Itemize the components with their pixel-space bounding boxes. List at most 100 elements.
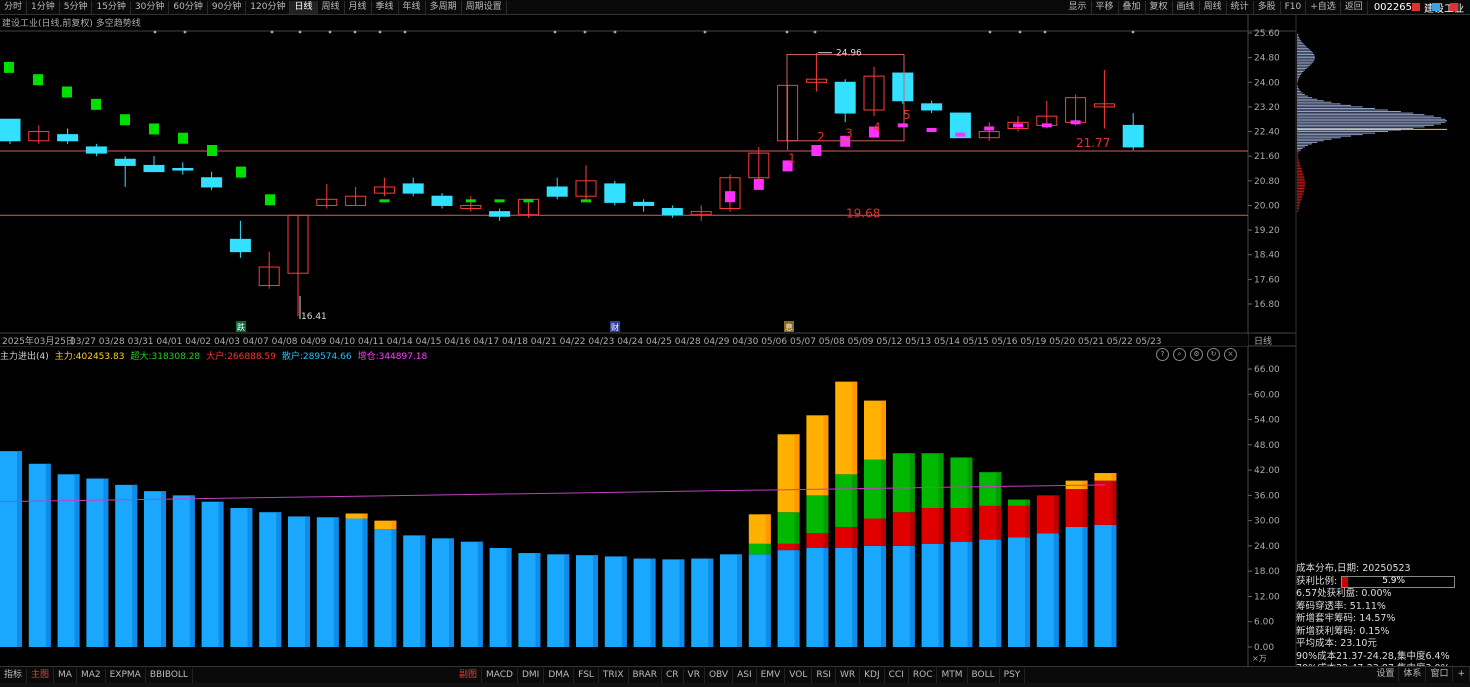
date-label: 04/08 — [272, 337, 298, 347]
sub-indicator-tab[interactable]: FSL — [574, 667, 599, 683]
main-indicator-tab[interactable]: 主图 — [27, 667, 55, 683]
trend-marker — [265, 194, 275, 206]
date-label: 04/23 — [588, 337, 614, 347]
sub-indicator-tab[interactable]: TRIX — [599, 667, 629, 683]
price-axis-label: 25.60 — [1254, 29, 1280, 39]
sub-indicator-tab[interactable]: BOLL — [968, 667, 1000, 683]
sub-indicator-tab[interactable]: ASI — [733, 667, 757, 683]
main-indicator-tab[interactable]: MA — [54, 667, 77, 683]
event-dot — [403, 30, 407, 34]
close-icon[interactable]: × — [1224, 348, 1237, 361]
chart-canvas[interactable]: 25.6024.8024.0023.2022.4021.6020.8020.00… — [0, 0, 1470, 687]
sub-indicator-tab[interactable]: EMV — [757, 667, 786, 683]
sub-indicator-tab[interactable]: MACD — [482, 667, 518, 683]
candle-body — [0, 118, 21, 142]
flow-bar-shade — [650, 558, 656, 647]
main-indicator-tab[interactable]: BBIBOLL — [146, 667, 193, 683]
sub-indicator-tab[interactable]: DMI — [518, 667, 545, 683]
event-badge-label: 财 — [611, 322, 619, 332]
sub-indicator-tab[interactable]: 副图 — [455, 667, 482, 683]
candle-body — [85, 146, 107, 154]
flow-bar-shade — [1082, 526, 1088, 647]
candle-body — [1122, 124, 1144, 148]
main-indicator-tab[interactable]: EXPMA — [106, 667, 146, 683]
help-icon[interactable]: ? — [1156, 348, 1169, 361]
indicator-axis-label: 48.00 — [1254, 441, 1280, 451]
event-dot — [153, 30, 157, 34]
date-label: 04/30 — [732, 337, 758, 347]
indicator-axis-label: 12.00 — [1254, 592, 1280, 602]
low-price-label: 16.41 — [301, 312, 327, 322]
bottom-tool[interactable]: + — [1453, 666, 1470, 682]
momentum-dash — [926, 128, 937, 133]
flow-bar-shade — [823, 533, 829, 549]
date-label: 2025年03月25日 — [2, 335, 75, 347]
date-label: 05/20 — [1049, 337, 1075, 347]
flow-bar-shade — [1111, 473, 1117, 481]
sub-indicator-tab[interactable]: BRAR — [629, 667, 662, 683]
sub-indicator-tab[interactable]: VR — [684, 667, 705, 683]
flow-bar-shade — [1053, 533, 1059, 647]
date-label: 05/09 — [848, 337, 874, 347]
price-axis-label: 19.20 — [1254, 226, 1280, 236]
date-label: 04/18 — [502, 337, 528, 347]
flow-bar-shade — [621, 556, 627, 647]
window-icon — [1412, 3, 1420, 11]
sub-indicator-tab[interactable]: VOL — [785, 667, 813, 683]
candle-body — [921, 103, 943, 111]
flow-bar-shade — [909, 545, 915, 647]
legend-item: 超大:318308.28 — [130, 352, 201, 362]
candle-body — [229, 238, 251, 253]
price-axis-label: 20.00 — [1254, 201, 1280, 211]
sub-indicator-tab[interactable]: OBV — [705, 667, 734, 683]
candle-body — [402, 183, 424, 194]
sub-indicator-tab[interactable]: CCI — [885, 667, 909, 683]
sub-indicator-tab[interactable]: RSI — [812, 667, 836, 683]
sub-indicator-tab[interactable]: ROC — [909, 667, 938, 683]
trend-marker — [149, 123, 159, 135]
flow-bar-shade — [794, 550, 800, 647]
sub-indicator-tab[interactable]: DMA — [544, 667, 575, 683]
flow-bar-shade — [996, 505, 1002, 540]
bottom-tool[interactable]: 体系 — [1399, 666, 1427, 682]
indicator-axis-label: 60.00 — [1254, 390, 1280, 400]
flow-bar-shade — [1025, 499, 1030, 506]
flow-bar-shade — [823, 495, 829, 534]
flow-bar-shade — [333, 517, 339, 647]
date-label: 05/07 — [790, 337, 816, 347]
flow-bar-shade — [362, 518, 368, 647]
date-label: 04/22 — [560, 337, 586, 347]
flow-bar-shade — [1082, 489, 1088, 527]
flow-bar-shade — [1111, 480, 1117, 525]
flow-bar-shade — [189, 495, 195, 647]
event-dot — [270, 30, 274, 34]
settings-icon[interactable]: ⚙ — [1190, 348, 1203, 361]
indicator-axis-label: 36.00 — [1254, 491, 1280, 501]
sub-indicator-tab[interactable]: MTM — [937, 667, 968, 683]
profit-ratio-row: 获利比例: 5.9% — [1296, 576, 1470, 589]
price-axis-label: 20.80 — [1254, 177, 1280, 187]
flow-bar-shade — [938, 508, 944, 544]
bottom-tool[interactable]: 窗口 — [1426, 666, 1454, 682]
sub-indicator-tab[interactable]: KDJ — [860, 667, 885, 683]
chart-title: 建设工业(日线,前复权) 多空趋势线 — [2, 19, 141, 29]
main-indicator-tab[interactable]: MA2 — [77, 667, 106, 683]
refresh-icon[interactable]: ↻ — [1207, 348, 1220, 361]
trend-dash — [523, 199, 534, 203]
main-indicator-tab[interactable]: 指标 — [0, 667, 28, 683]
indicator-legend: 主力进出(4) 主力:402453.83 超大:318308.28 大户:266888… — [0, 349, 427, 362]
flow-bar-shade — [794, 512, 800, 544]
sub-indicator-tab[interactable]: WR — [836, 667, 861, 683]
event-dot — [988, 30, 992, 34]
zoom-icon[interactable]: ⌕ — [1173, 348, 1186, 361]
date-label: 05/14 — [934, 337, 960, 347]
bottom-tool[interactable]: 设置 — [1372, 666, 1400, 682]
window-icon — [1450, 3, 1458, 11]
trend-marker — [91, 98, 101, 110]
sub-indicator-tab[interactable]: CR — [662, 667, 684, 683]
date-label: 03/31 — [128, 337, 154, 347]
event-dot — [813, 30, 817, 34]
event-dot — [183, 30, 187, 34]
indicator-axis-label: 54.00 — [1254, 416, 1280, 426]
sub-indicator-tab[interactable]: PSY — [1000, 667, 1026, 683]
